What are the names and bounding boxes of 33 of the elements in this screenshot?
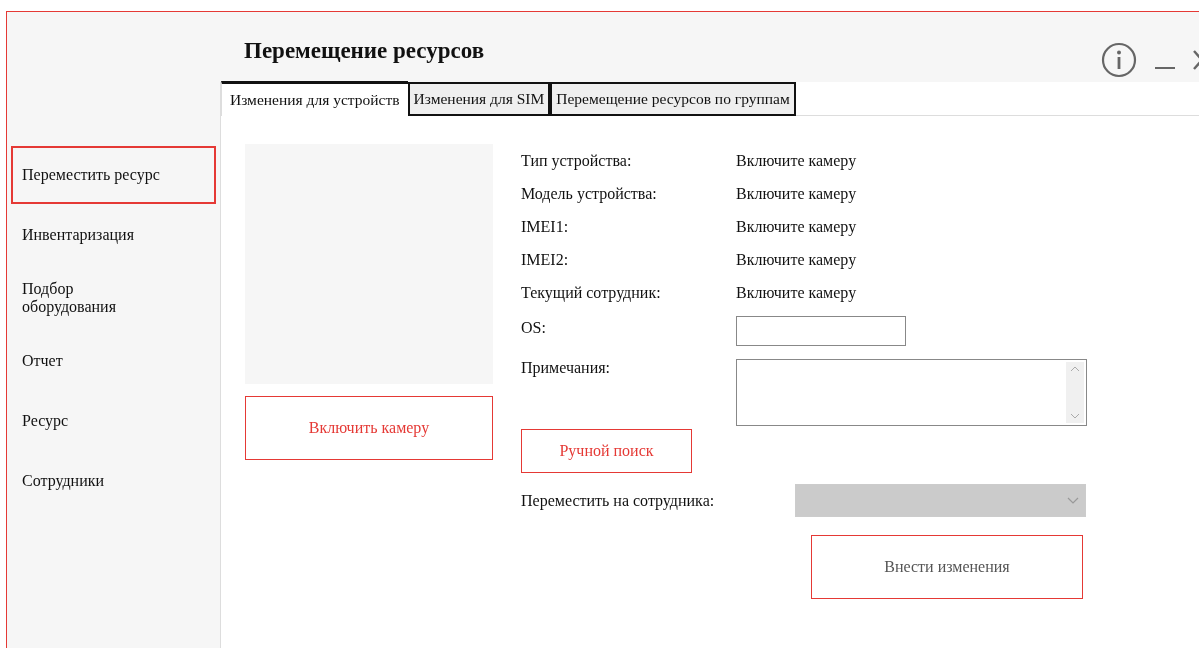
manual-search-button[interactable]: Ручной поиск [521, 429, 692, 473]
field-label: Примечания: [521, 359, 612, 377]
sidebar-item[interactable]: Инвентаризация [11, 206, 216, 264]
field-value: Включите камеру [736, 217, 857, 236]
sidebar-item[interactable]: Сотрудники [11, 452, 216, 510]
field-label: Тип устройства: [521, 151, 633, 170]
tab[interactable]: Перемещение ресурсов по группам [550, 82, 796, 116]
field-label: Текущий сотрудник: [521, 283, 662, 302]
window-title: Перемещение ресурсов [244, 38, 485, 64]
chevron-up-icon[interactable] [1070, 366, 1080, 372]
field-label: IMEI2: [521, 250, 570, 269]
notes-field[interactable] [736, 359, 1087, 426]
info-icon[interactable] [1101, 42, 1137, 78]
sidebar-item[interactable]: Отчет [11, 332, 216, 390]
scrollbar[interactable] [1066, 362, 1084, 423]
chevron-down-icon[interactable] [1070, 413, 1080, 419]
field-value: Включите камеру [736, 250, 857, 269]
field-label: IMEI1: [521, 217, 570, 236]
input-field[interactable] [736, 316, 906, 346]
field-value: Включите камеру [736, 283, 857, 302]
enable-camera-button[interactable]: Включить камеру [245, 396, 493, 460]
tab[interactable]: Изменения для SIM [407, 82, 551, 116]
sidebar-item[interactable]: Подбор оборудования [11, 266, 216, 330]
sidebar-item[interactable]: Переместить ресурс [11, 146, 216, 204]
field-label: OS: [521, 318, 547, 337]
field-value: Включите камеру [736, 151, 857, 170]
sidebar-item[interactable]: Ресурс [11, 392, 216, 450]
chevron-down-icon [1067, 496, 1079, 505]
field-label: Модель устройства: [521, 184, 658, 203]
tab[interactable]: Изменения для устройств [221, 81, 408, 116]
field-label: Переместить на сотрудника: [521, 491, 716, 510]
submit-button[interactable]: Внести изменения [811, 535, 1083, 599]
field-value: Включите камеру [736, 184, 857, 203]
